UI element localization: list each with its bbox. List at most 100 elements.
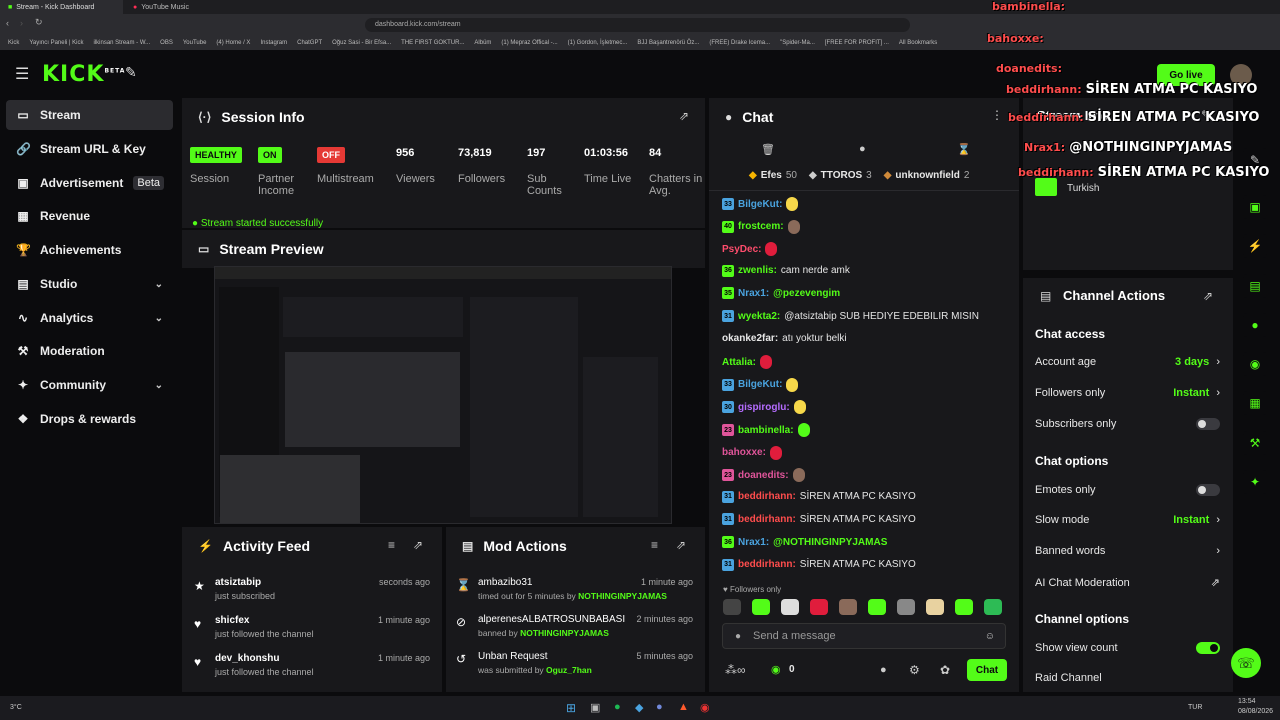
chat-message-input[interactable]: ● Send a message ☺ <box>722 623 1006 649</box>
ai-chat-moderation-setting[interactable]: AI Chat Moderation ⇗ <box>1035 576 1220 590</box>
chat-username[interactable]: bambinella: <box>738 425 794 436</box>
chat-message[interactable]: PsyDec: <box>722 242 778 257</box>
quick-emote-icon[interactable] <box>984 599 1002 615</box>
quick-emote-icon[interactable] <box>723 599 741 615</box>
bookmark-item[interactable]: (FREE) Drake Icema... <box>709 40 770 46</box>
chat-message[interactable]: 36 Nrax1: @NOTHINGINPYJAMAS <box>722 536 887 548</box>
activity-item[interactable]: ★ atsiztabip just subscribed seconds ago <box>182 575 442 607</box>
steam-icon[interactable]: ◆ <box>635 701 643 714</box>
support-chat-button[interactable]: ☏ <box>1231 648 1261 678</box>
chat-message[interactable]: 33 BilgeKut: <box>722 377 799 392</box>
moderator-name[interactable]: NOTHINGINPYJAMAS <box>520 628 609 638</box>
windows-start-icon[interactable]: ⊞ <box>566 701 576 715</box>
chat-username[interactable]: beddirhann: <box>738 491 796 502</box>
subscribers-only-toggle[interactable] <box>1196 418 1220 430</box>
popout-icon[interactable]: ⇗ <box>679 109 689 123</box>
lightning-icon[interactable]: ⚡ <box>1243 234 1267 258</box>
chat-username[interactable]: frostcem: <box>738 221 784 232</box>
browser-tab-kick[interactable]: ■ Stream - Kick Dashboard <box>0 0 123 14</box>
chat-username[interactable]: Attalia: <box>722 357 756 368</box>
quick-emote-icon[interactable] <box>839 599 857 615</box>
brave-icon[interactable]: ▲ <box>678 701 689 713</box>
chat-message[interactable]: 31 beddirhann: SİREN ATMA PC KASIYO <box>722 558 916 571</box>
emotes-only-toggle[interactable] <box>1196 484 1220 496</box>
sidebar-item-revenue[interactable]: ▦ Revenue <box>6 201 173 231</box>
sidebar-item-analytics[interactable]: ∿ Analytics ⌄ <box>6 303 173 333</box>
sidebar-item-moderation[interactable]: ⚒ Moderation <box>6 336 173 366</box>
sidebar-item-advertisement[interactable]: ▣ Advertisement Beta <box>6 168 173 198</box>
chat-message[interactable]: 30 gispiroglu: <box>722 400 806 415</box>
chat-username[interactable]: Nrax1: <box>738 288 769 299</box>
bookmark-item[interactable]: Kick <box>8 40 19 46</box>
chat-message[interactable]: 31 wyekta2: @atsiztabip SUB HEDIYE EDEBILI… <box>722 310 979 322</box>
chat-username[interactable]: BilgeKut: <box>738 199 782 210</box>
server-icon[interactable]: ▦ <box>1243 391 1267 415</box>
quick-emote-icon[interactable] <box>781 599 799 615</box>
chat-username[interactable]: beddirhann: <box>738 559 796 570</box>
bookmark-item[interactable]: ilkinsan Stream - W... <box>93 40 150 46</box>
activity-item[interactable]: ♥ shicfex just followed the channel 1 minut… <box>182 613 442 645</box>
followers-only-setting[interactable]: Followers only Instant › <box>1035 387 1220 399</box>
pin-icon[interactable]: ✎ <box>125 64 137 81</box>
url-input[interactable]: dashboard.kick.com/stream <box>365 18 910 32</box>
sidebar-item-studio[interactable]: ▤ Studio ⌄ <box>6 269 173 299</box>
banned-words-setting[interactable]: Banned words › <box>1035 545 1220 557</box>
more-options-icon[interactable]: ⋮ <box>991 108 1003 122</box>
quick-emote-icon[interactable] <box>868 599 886 615</box>
top-gifter[interactable]: ◆ Efes 50 <box>749 170 797 181</box>
sidebar-item-community[interactable]: ✦ Community ⌄ <box>6 370 173 400</box>
moderator-name[interactable]: Oguz_7han <box>546 665 592 675</box>
chat-username[interactable]: beddirhann: <box>738 514 796 525</box>
account-age-setting[interactable]: Account age 3 days › <box>1035 356 1220 368</box>
chrome-icon[interactable]: ◉ <box>700 701 710 714</box>
popout-icon[interactable]: ⇗ <box>676 538 686 552</box>
chat-message[interactable]: 36 zwenlis: cam nerde amk <box>722 264 850 277</box>
timer-icon[interactable]: ⌛ <box>957 143 971 156</box>
mod-action-item[interactable]: ↺ Unban Request was submitted by Oguz_7han… <box>446 649 705 681</box>
chat-username[interactable]: okanke2far: <box>722 333 778 344</box>
activity-item[interactable]: ♥ dev_khonshu just followed the channel 1 m… <box>182 651 442 683</box>
chat-icon[interactable]: ● <box>880 664 887 676</box>
chat-username[interactable]: BilgeKut: <box>738 379 782 390</box>
bookmark-item[interactable]: YouTube <box>183 40 207 46</box>
pin-message-icon[interactable]: ● <box>859 143 866 155</box>
chat-message[interactable]: 40 frostcem: <box>722 219 800 234</box>
chat-message[interactable]: 35 Nrax1: @pezevengim <box>722 287 840 300</box>
browser-tab-youtube-music[interactable]: ● YouTube Music <box>125 0 255 14</box>
filter-icon[interactable]: ≡ <box>651 538 658 552</box>
popout-icon[interactable]: ⇗ <box>1203 289 1213 303</box>
chat-username[interactable]: PsyDec: <box>722 244 761 255</box>
forward-icon[interactable]: › <box>20 18 23 28</box>
slow-mode-setting[interactable]: Slow mode Instant › <box>1035 514 1220 526</box>
chat-message[interactable]: 31 beddirhann: SİREN ATMA PC KASIYO <box>722 513 916 526</box>
chat-message[interactable]: Attalia: <box>722 355 772 370</box>
chat-message[interactable]: 31 beddirhann: SİREN ATMA PC KASIYO <box>722 490 916 503</box>
quick-emote-icon[interactable] <box>810 599 828 615</box>
notes-icon[interactable]: ▤ <box>1243 274 1267 298</box>
send-chat-button[interactable]: Chat <box>967 659 1007 681</box>
sidebar-item-achievements[interactable]: 🏆 Achievements <box>6 235 173 265</box>
chat-username[interactable]: bahoxxe: <box>722 447 766 458</box>
quick-emote-icon[interactable] <box>897 599 915 615</box>
chat-message[interactable]: okanke2far: atı yoktur belki <box>722 333 847 344</box>
discord-icon[interactable]: ● <box>656 701 663 713</box>
spotify-icon[interactable]: ● <box>614 701 621 713</box>
bookmark-item[interactable]: OBS <box>160 40 173 46</box>
broadcast-icon[interactable]: ◉ <box>1243 352 1267 376</box>
bookmark-item[interactable]: Oğuz Sasi - Bir Efsa... <box>332 40 391 46</box>
show-view-count-toggle[interactable] <box>1196 642 1220 654</box>
bookmark-item[interactable]: (1) Gordon, İşletmec... <box>568 40 628 46</box>
quick-emote-icon[interactable] <box>752 599 770 615</box>
bookmark-item[interactable]: ChatGPT <box>297 40 322 46</box>
stream-preview-video[interactable] <box>214 266 672 524</box>
community-icon[interactable]: ✦ <box>1243 470 1267 494</box>
hamburger-menu-icon[interactable]: ☰ <box>15 64 29 84</box>
bookmark-item[interactable]: Instagram <box>260 40 287 46</box>
settings-gear-icon[interactable]: ⚙ <box>909 663 920 677</box>
quick-emote-icon[interactable] <box>955 599 973 615</box>
chat-username[interactable]: doanedits: <box>738 470 789 481</box>
chat-username[interactable]: gispiroglu: <box>738 402 790 413</box>
gift-icon[interactable]: ✿ <box>940 663 950 677</box>
quick-emote-icon[interactable] <box>926 599 944 615</box>
kick-logo[interactable]: KICKBETA <box>42 62 125 87</box>
